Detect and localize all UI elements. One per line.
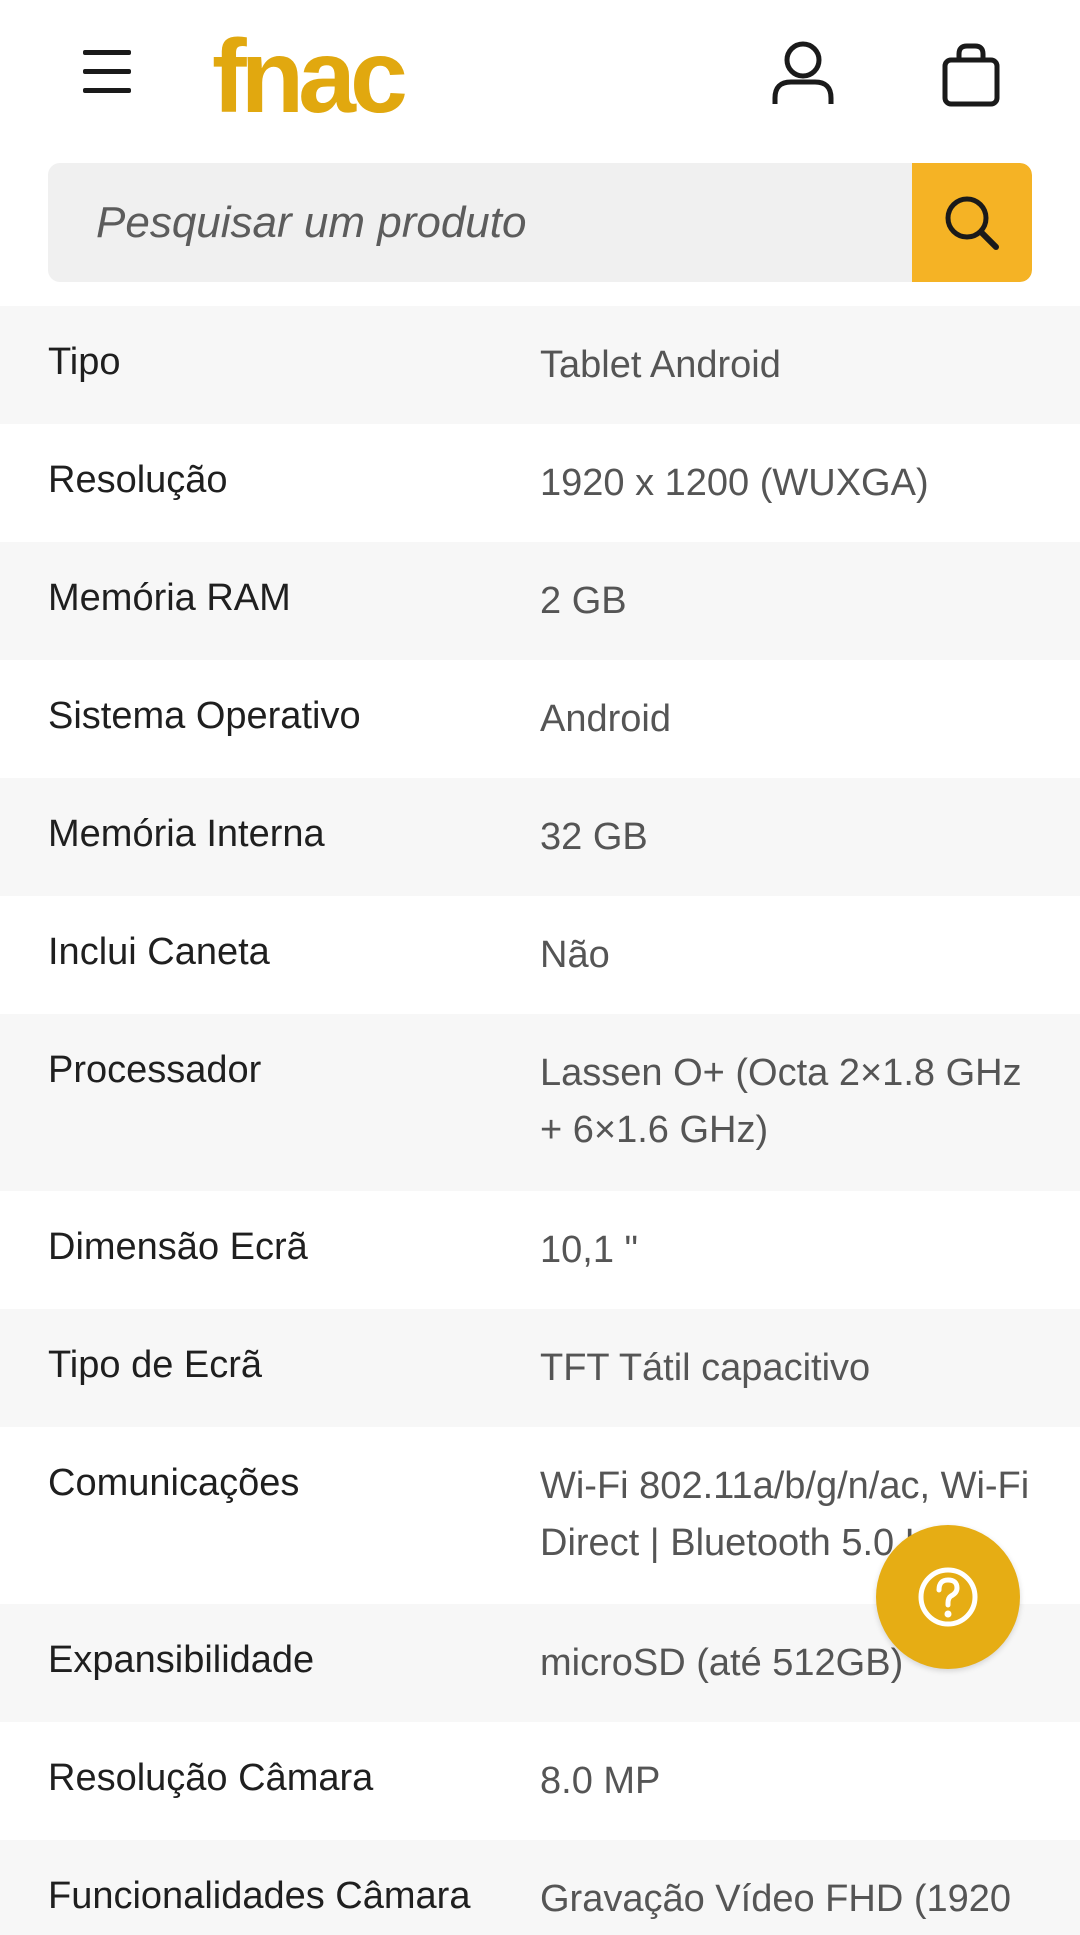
spec-row: Funcionalidades Câmara Gravação Vídeo FH… (0, 1840, 1080, 1935)
spec-label: Comunicações (48, 1462, 300, 1504)
help-question-icon (918, 1567, 978, 1627)
spec-row: Sistema Operativo Android (0, 660, 1080, 778)
shopping-bag-icon[interactable] (935, 38, 1007, 110)
search-icon (945, 196, 999, 250)
search-button[interactable] (912, 163, 1032, 282)
spec-label: Tipo (48, 341, 121, 383)
search-input[interactable] (48, 163, 908, 282)
hamburger-menu-icon[interactable] (78, 48, 138, 98)
spec-value: Android (540, 698, 671, 740)
user-icon[interactable] (767, 38, 839, 110)
search-bar (48, 163, 1032, 282)
spec-label: Dimensão Ecrã (48, 1226, 308, 1268)
spec-row: Inclui Caneta Não (0, 896, 1080, 1014)
spec-label: Memória RAM (48, 577, 291, 619)
spec-value: 1920 x 1200 (WUXGA) (540, 462, 929, 504)
spec-row: Resolução 1920 x 1200 (WUXGA) (0, 424, 1080, 542)
spec-value: 10,1 " (540, 1229, 639, 1271)
spec-label: Funcionalidades Câmara (48, 1875, 471, 1917)
spec-row: Processador Lassen O+ (Octa 2×1.8 GHz + … (0, 1014, 1080, 1191)
spec-label: Resolução Câmara (48, 1757, 374, 1799)
spec-value: TFT Tátil capacitivo (540, 1347, 871, 1389)
spec-row: Resolução Câmara 8.0 MP (0, 1722, 1080, 1840)
spec-row: Memória RAM 2 GB (0, 542, 1080, 660)
spec-row: Dimensão Ecrã 10,1 " (0, 1191, 1080, 1309)
spec-row: Memória Interna 32 GB (0, 778, 1080, 896)
spec-label: Memória Interna (48, 813, 325, 855)
spec-value: Tablet Android (540, 344, 781, 386)
site-header: fnac (0, 0, 1080, 150)
spec-label: Inclui Caneta (48, 931, 270, 973)
help-button[interactable] (876, 1525, 1020, 1669)
spec-row: Tipo de Ecrã TFT Tátil capacitivo (0, 1309, 1080, 1427)
spec-value: 2 GB (540, 580, 627, 622)
spec-value: 8.0 MP (540, 1760, 661, 1802)
spec-value: Não (540, 934, 610, 976)
product-page: fnac Tipo Tablet Android (0, 0, 1080, 1935)
spec-value: Gravação Vídeo FHD (1920 (540, 1878, 1012, 1920)
spec-value: 32 GB (540, 816, 648, 858)
specs-table: Tipo Tablet Android Resolução 1920 x 120… (0, 306, 1080, 1935)
spec-label: Resolução (48, 459, 228, 501)
spec-label: Sistema Operativo (48, 695, 361, 737)
spec-row: Tipo Tablet Android (0, 306, 1080, 424)
spec-label: Expansibilidade (48, 1639, 315, 1681)
spec-label: Tipo de Ecrã (48, 1344, 263, 1386)
fnac-logo[interactable]: fnac (212, 12, 408, 142)
spec-value: Lassen O+ (Octa 2×1.8 GHz + 6×1.6 GHz) (540, 1052, 1022, 1151)
spec-label: Processador (48, 1049, 262, 1091)
